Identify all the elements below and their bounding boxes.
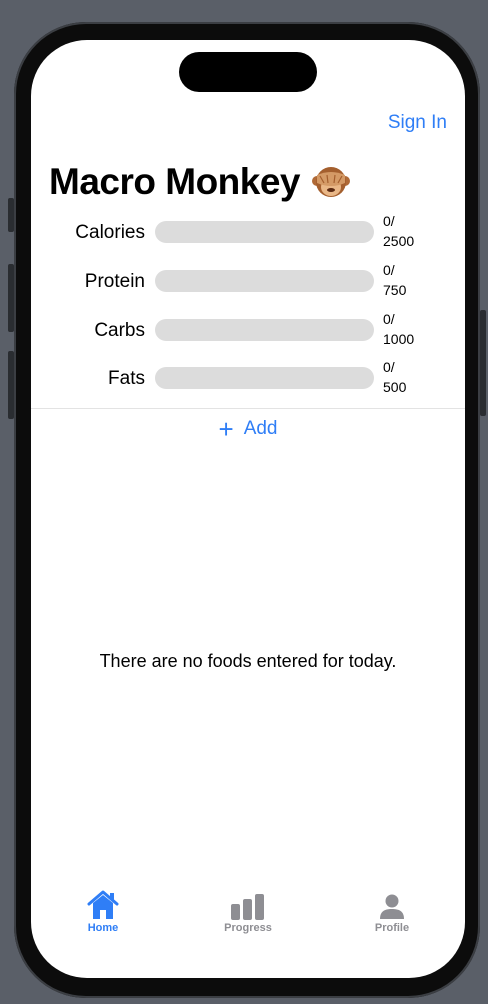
- tab-profile[interactable]: Profile: [332, 886, 452, 946]
- macro-current: 0/: [383, 213, 395, 229]
- bar-chart-icon: [188, 886, 308, 920]
- tab-label: Profile: [374, 922, 410, 934]
- macro-value: 0/ 1000: [383, 309, 414, 349]
- macro-value: 0/ 500: [383, 357, 406, 397]
- macro-value: 0/ 750: [383, 260, 406, 300]
- macro-goal: 500: [383, 379, 407, 395]
- macro-value: 0/ 2500: [383, 211, 414, 251]
- add-food-button[interactable]: + Add: [31, 416, 465, 442]
- macro-row-calories: Calories 0/ 2500: [31, 212, 465, 252]
- macro-row-fats: Fats 0/ 500: [31, 358, 465, 398]
- app-title-text: Macro Monkey: [49, 161, 301, 202]
- macro-current: 0/: [383, 311, 395, 327]
- macro-row-protein: Protein 0/ 750: [31, 261, 465, 301]
- see-no-evil-monkey-icon: [312, 163, 351, 201]
- macro-goal: 750: [383, 282, 407, 298]
- macro-label: Protein: [84, 271, 145, 292]
- page-title: Macro Monkey: [49, 161, 351, 203]
- person-icon: [332, 886, 452, 920]
- power-button: [480, 310, 486, 416]
- sign-in-button[interactable]: Sign In: [388, 112, 447, 134]
- macro-label: Calories: [75, 222, 145, 243]
- macro-progress-bar: [155, 270, 374, 292]
- macro-current: 0/: [383, 262, 395, 278]
- macro-label: Carbs: [94, 320, 145, 341]
- empty-state-message: There are no foods entered for today.: [99, 651, 397, 671]
- divider: [31, 408, 465, 409]
- tab-progress[interactable]: Progress: [188, 886, 308, 946]
- tab-bar: Home Progress Profile: [31, 886, 465, 946]
- macro-progress-bar: [155, 367, 374, 389]
- macro-progress-bar: [155, 319, 374, 341]
- tab-home[interactable]: Home: [43, 886, 163, 946]
- tab-label: Home: [87, 922, 119, 934]
- macro-progress-bar: [155, 221, 374, 243]
- app-screen: Sign In Macro Monkey Calories 0/ 2500 Pr…: [31, 40, 465, 978]
- macro-current: 0/: [383, 359, 395, 375]
- add-label: Add: [243, 418, 278, 439]
- macro-goal: 1000: [383, 331, 415, 347]
- house-icon: [43, 886, 163, 920]
- dynamic-island: [179, 52, 317, 92]
- macro-label: Fats: [108, 368, 145, 389]
- tab-label: Progress: [224, 922, 272, 934]
- macro-row-carbs: Carbs 0/ 1000: [31, 310, 465, 350]
- plus-icon: +: [218, 414, 234, 444]
- macro-goal: 2500: [383, 233, 415, 249]
